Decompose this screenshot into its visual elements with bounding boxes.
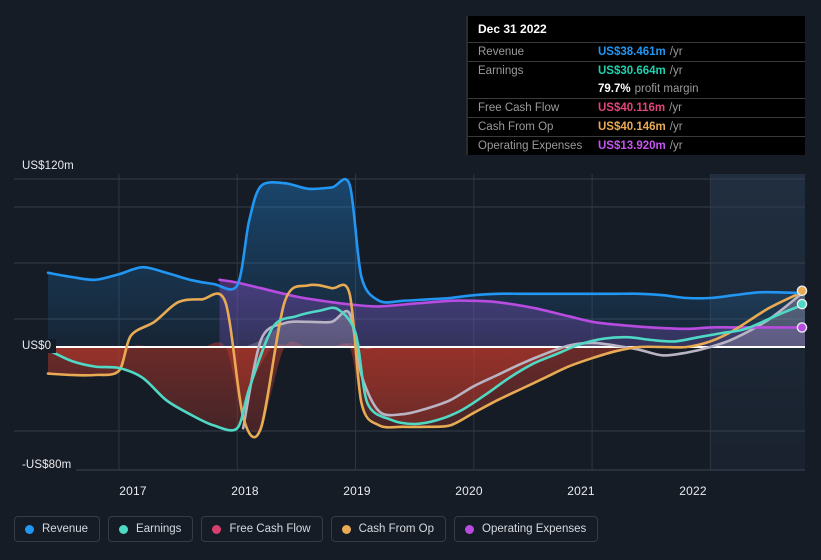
tooltip-label-free-cash-flow: Free Cash Flow bbox=[478, 102, 560, 114]
legend-label-earnings: Earnings bbox=[136, 523, 182, 535]
legend-dot-free-cash-flow-icon bbox=[212, 524, 222, 534]
legend-item-free-cash-flow[interactable]: Free Cash Flow bbox=[201, 516, 323, 542]
data-tooltip: Dec 31 2022 Revenue US$38.461m /yr Earni… bbox=[466, 16, 805, 155]
tooltip-row-profit-margin: 79.7% profit margin bbox=[468, 80, 805, 98]
legend-dot-earnings-icon bbox=[119, 524, 129, 534]
tooltip-unit-free-cash-flow: /yr bbox=[669, 102, 682, 114]
x-axis-label-2020: 2020 bbox=[455, 484, 483, 498]
y-axis-label-bottom: -US$80m bbox=[14, 458, 77, 472]
legend-dot-cash-from-op-icon bbox=[341, 524, 351, 534]
legend-label-cash-from-op: Cash From Op bbox=[358, 523, 435, 535]
y-axis-label-zero: US$0 bbox=[14, 339, 57, 353]
x-axis-label-2018: 2018 bbox=[231, 484, 259, 498]
tooltip-row-earnings: Earnings US$30.664m /yr bbox=[468, 61, 805, 80]
legend-item-earnings[interactable]: Earnings bbox=[108, 516, 194, 542]
legend-label-free-cash-flow: Free Cash Flow bbox=[229, 523, 311, 535]
x-axis-label-2017: 2017 bbox=[119, 484, 147, 498]
legend-item-operating-expenses[interactable]: Operating Expenses bbox=[454, 516, 599, 542]
tooltip-value-revenue: US$38.461m bbox=[598, 46, 666, 58]
tooltip-label-operating-expenses: Operating Expenses bbox=[478, 140, 583, 152]
tooltip-unit-revenue: /yr bbox=[669, 46, 683, 58]
tooltip-row-operating-expenses: Operating Expenses US$13.920m /yr bbox=[468, 136, 805, 155]
x-axis-label-2022: 2022 bbox=[679, 484, 707, 498]
legend-label-revenue: Revenue bbox=[42, 523, 89, 535]
tooltip-value-operating-expenses: US$13.920m bbox=[598, 140, 666, 152]
tooltip-value-free-cash-flow: US$40.116m bbox=[598, 102, 666, 114]
tooltip-label-revenue: Revenue bbox=[478, 46, 525, 58]
tooltip-unit-earnings: /yr bbox=[669, 65, 683, 77]
tooltip-unit-operating-expenses: /yr bbox=[669, 140, 683, 152]
tooltip-suffix-profit-margin: profit margin bbox=[634, 83, 699, 95]
x-axis-label-2021: 2021 bbox=[567, 484, 595, 498]
tooltip-value-cash-from-op: US$40.146m bbox=[598, 121, 666, 133]
legend-label-operating-expenses: Operating Expenses bbox=[482, 523, 587, 535]
tooltip-label-cash-from-op: Cash From Op bbox=[478, 121, 554, 133]
tooltip-row-free-cash-flow: Free Cash Flow US$40.116m /yr bbox=[468, 98, 805, 117]
legend-item-revenue[interactable]: Revenue bbox=[14, 516, 101, 542]
x-axis-label-2019: 2019 bbox=[343, 484, 371, 498]
y-axis-label-top: US$120m bbox=[14, 159, 79, 173]
tooltip-value-profit-margin: 79.7% bbox=[598, 83, 631, 95]
tooltip-date: Dec 31 2022 bbox=[478, 22, 547, 36]
chart-legend: Revenue Earnings Free Cash Flow Cash Fro… bbox=[14, 516, 599, 542]
legend-dot-operating-expenses-icon bbox=[465, 524, 475, 534]
tooltip-unit-cash-from-op: /yr bbox=[669, 121, 683, 133]
legend-item-cash-from-op[interactable]: Cash From Op bbox=[330, 516, 447, 542]
tooltip-value-earnings: US$30.664m bbox=[598, 65, 666, 77]
financial-chart-widget: US$120m US$0 -US$80m 2017 2018 2019 2020… bbox=[0, 0, 821, 560]
tooltip-label-earnings: Earnings bbox=[478, 65, 524, 77]
tooltip-row-cash-from-op: Cash From Op US$40.146m /yr bbox=[468, 117, 805, 136]
legend-dot-revenue-icon bbox=[25, 524, 34, 534]
tooltip-row-revenue: Revenue US$38.461m /yr bbox=[468, 42, 805, 61]
